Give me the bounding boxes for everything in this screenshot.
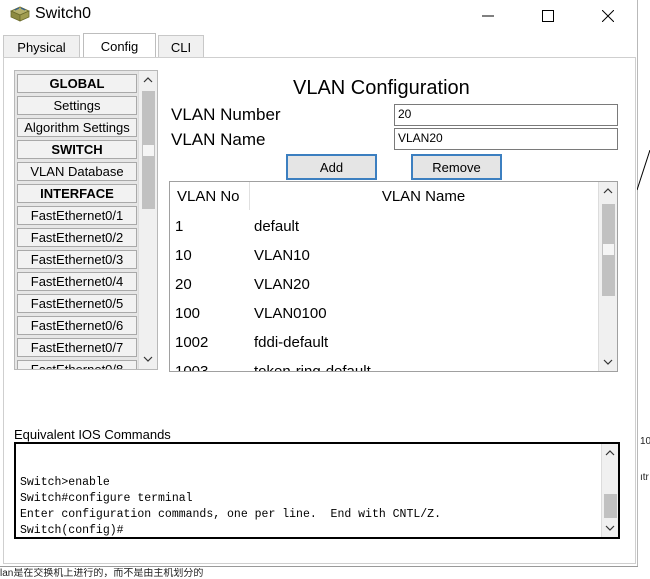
sidebar-item-vlan-database[interactable]: VLAN Database — [17, 162, 137, 181]
background-edge-number: 10 — [640, 436, 650, 447]
tab-physical[interactable]: Physical — [3, 35, 80, 59]
sidebar-item-fastethernet0-6[interactable]: FastEthernet0/6 — [17, 316, 137, 335]
table-cell-vlan-no: 1002 — [175, 334, 209, 351]
page-title: VLAN Configuration — [293, 77, 470, 99]
table-cell-vlan-name: VLAN20 — [254, 276, 310, 293]
tab-cli[interactable]: CLI — [158, 35, 204, 59]
minimize-button[interactable] — [465, 0, 511, 32]
sidebar-item-fastethernet0-8[interactable]: FastEthernet0/8 — [17, 360, 137, 369]
background-app-area — [637, 0, 650, 579]
switch-device-icon — [10, 6, 30, 22]
chevron-up-icon — [605, 449, 615, 455]
sidebar-item-algorithm-settings[interactable]: Algorithm Settings — [17, 118, 137, 137]
tab-bar: Physical Config CLI — [0, 33, 637, 59]
console-line: Switch(config)# — [20, 524, 124, 537]
minimize-icon — [482, 15, 494, 17]
tab-config[interactable]: Config — [83, 33, 156, 58]
table-cell-vlan-name: token-ring-default — [254, 363, 371, 372]
window-bottom-border — [0, 566, 638, 567]
sidebar-item-fastethernet0-1[interactable]: FastEthernet0/1 — [17, 206, 137, 225]
table-cell-vlan-no: 1003 — [175, 363, 209, 372]
scroll-down-arrow[interactable] — [602, 519, 618, 536]
sidebar-item-settings[interactable]: Settings — [17, 96, 137, 115]
table-cell-vlan-name: VLAN10 — [254, 247, 310, 264]
vlan-name-input[interactable]: VLAN20 — [394, 128, 618, 150]
sidebar-header-global: GLOBAL — [17, 74, 137, 93]
add-button[interactable]: Add — [286, 154, 377, 180]
sidebar-header-switch: SWITCH — [17, 140, 137, 159]
scroll-down-arrow[interactable] — [139, 350, 157, 367]
console-line: Switch>enable — [20, 476, 110, 489]
maximize-icon — [542, 10, 554, 22]
sidebar-nav: GLOBAL Settings Algorithm Settings SWITC… — [14, 70, 158, 370]
console-line: Enter configuration commands, one per li… — [20, 508, 441, 521]
scrollbar-grip — [603, 244, 614, 255]
window-title: Switch0 — [35, 5, 92, 22]
chevron-down-icon — [603, 359, 613, 365]
table-cell-vlan-name: default — [254, 218, 300, 235]
table-cell-vlan-no: 10 — [175, 247, 192, 264]
column-header-vlan-no[interactable]: VLAN No — [170, 182, 250, 210]
remove-button[interactable]: Remove — [411, 154, 502, 180]
close-icon — [602, 10, 614, 22]
chevron-down-icon — [143, 356, 153, 362]
console-scrollbar[interactable] — [601, 444, 618, 537]
close-button[interactable] — [585, 0, 631, 32]
table-cell-vlan-no: 100 — [175, 305, 201, 322]
sidebar-scrollbar[interactable] — [138, 71, 157, 369]
scroll-down-arrow[interactable] — [599, 353, 617, 370]
scrollbar-thumb[interactable] — [604, 494, 617, 518]
sidebar-header-interface: INTERFACE — [17, 184, 137, 203]
table-cell-vlan-name: fddi-default — [254, 334, 329, 351]
vlan-table: VLAN No VLAN Name 1 default 10 VLAN10 20… — [169, 181, 618, 372]
maximize-button[interactable] — [525, 0, 571, 32]
table-cell-vlan-no: 20 — [175, 276, 192, 293]
scroll-up-arrow[interactable] — [139, 71, 157, 88]
background-edge-text: ıtr — [640, 472, 649, 483]
title-bar[interactable]: Switch0 — [0, 0, 637, 32]
table-cell-vlan-name: VLAN0100 — [254, 305, 327, 322]
table-cell-vlan-no: 1 — [175, 218, 184, 235]
sidebar-item-fastethernet0-3[interactable]: FastEthernet0/3 — [17, 250, 137, 269]
ios-commands-label: Equivalent IOS Commands — [14, 427, 171, 442]
vlan-name-label: VLAN Name — [171, 130, 266, 149]
chevron-up-icon — [143, 76, 153, 82]
scroll-up-arrow[interactable] — [599, 182, 617, 199]
window-right-border — [637, 0, 638, 566]
sidebar-item-fastethernet0-5[interactable]: FastEthernet0/5 — [17, 294, 137, 313]
sidebar-item-fastethernet0-4[interactable]: FastEthernet0/4 — [17, 272, 137, 291]
background-bottom-text: lan是在交换机上进行的，而不是由主机划分的 — [0, 568, 204, 579]
ios-commands-console[interactable]: Switch>enable Switch#configure terminal … — [14, 442, 620, 539]
column-header-vlan-name[interactable]: VLAN Name — [251, 182, 596, 210]
console-line: Switch#configure terminal — [20, 492, 193, 505]
scroll-up-arrow[interactable] — [602, 444, 618, 461]
scrollbar-grip — [143, 145, 154, 156]
chevron-down-icon — [605, 525, 615, 531]
vlan-number-input[interactable]: 20 — [394, 104, 618, 126]
sidebar-item-fastethernet0-2[interactable]: FastEthernet0/2 — [17, 228, 137, 247]
chevron-up-icon — [603, 187, 613, 193]
background-connection-line — [637, 150, 650, 191]
vlan-number-label: VLAN Number — [171, 105, 281, 124]
table-scrollbar[interactable] — [598, 182, 617, 371]
sidebar-item-fastethernet0-7[interactable]: FastEthernet0/7 — [17, 338, 137, 357]
